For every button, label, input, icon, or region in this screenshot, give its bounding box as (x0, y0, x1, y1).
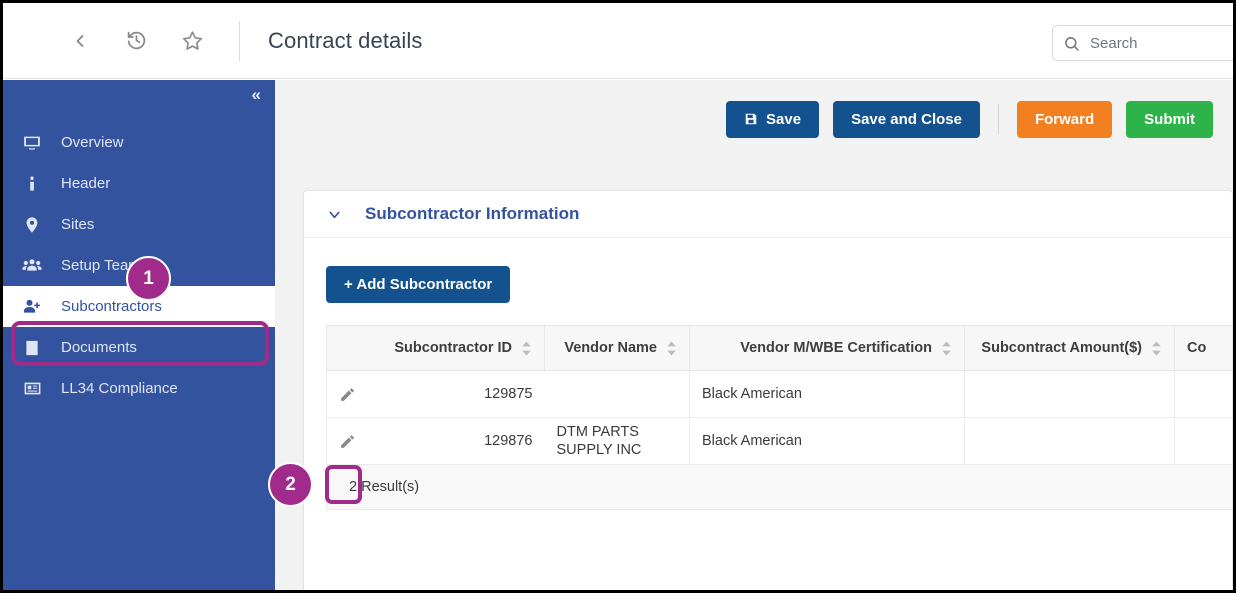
search-box[interactable] (1052, 25, 1233, 61)
cell-certification: Black American (689, 417, 965, 465)
save-button-label: Save (766, 110, 802, 128)
column-header-label: Subcontract Amount($) (981, 340, 1142, 356)
monitor-icon (21, 134, 43, 152)
column-header-vendor-name[interactable]: Vendor Name (544, 325, 690, 371)
cell-value: 129875 (484, 385, 533, 402)
forward-button-label: Forward (1034, 110, 1095, 128)
add-subcontractor-button[interactable]: + Add Subcontractor (326, 266, 511, 303)
submit-button[interactable]: Submit (1126, 100, 1213, 138)
table-row[interactable]: 129875 Black American (326, 370, 1232, 418)
id-card-icon (21, 379, 43, 398)
toolbar-divider (997, 104, 999, 134)
cell-subcontractor-id: 129876 (326, 417, 545, 465)
results-count: 2 Result(s) (326, 465, 1232, 510)
sort-icon[interactable] (1151, 341, 1162, 356)
search-input[interactable] (1090, 34, 1233, 52)
sidebar-item-label: Sites (61, 216, 95, 233)
section-header[interactable]: Subcontractor Information (304, 191, 1232, 238)
sort-icon[interactable] (941, 341, 952, 356)
cell-subcontract-amount (964, 417, 1175, 465)
action-toolbar: Save Save and Close Forward Submit (275, 80, 1233, 158)
cell-value: 129876 (484, 432, 533, 449)
sidebar-item-sites[interactable]: Sites (3, 204, 275, 245)
top-bar: Contract details (3, 3, 1233, 79)
submit-button-label: Submit (1144, 110, 1195, 128)
cell-subcontract-amount (964, 370, 1175, 418)
sidebar-item-overview[interactable]: Overview (3, 122, 275, 163)
pencil-icon[interactable] (339, 433, 356, 450)
sidebar-item-label: Overview (61, 134, 124, 151)
column-header-label: Vendor M/WBE Certification (740, 340, 932, 356)
users-icon (21, 256, 43, 276)
cell-co (1174, 370, 1232, 418)
sidebar-collapse-button[interactable]: « (252, 86, 262, 103)
annotation-highlight-edit-pencil (325, 465, 362, 504)
map-pin-icon (21, 216, 43, 234)
search-icon (1063, 35, 1080, 52)
chevron-down-icon[interactable] (326, 206, 343, 223)
info-icon (21, 175, 43, 193)
section-title: Subcontractor Information (365, 204, 580, 223)
save-and-close-label: Save and Close (851, 110, 962, 128)
save-button[interactable]: Save (726, 100, 820, 138)
column-header-label: Vendor Name (564, 340, 657, 356)
cell-co (1174, 417, 1232, 465)
pencil-icon[interactable] (339, 386, 356, 403)
page-title: Contract details (268, 27, 423, 53)
table-row[interactable]: 129876 DTM PARTS SUPPLY INC Black Americ… (326, 417, 1232, 465)
column-header-label: Subcontractor ID (394, 340, 512, 356)
user-plus-icon (21, 297, 43, 317)
floppy-disk-icon (744, 112, 758, 126)
top-nav-icon-group (63, 24, 209, 58)
subcontractor-information-card: Subcontractor Information + Add Subcontr… (303, 190, 1233, 590)
cell-certification: Black American (689, 370, 965, 418)
column-header-vendor-mwbe-certification[interactable]: Vendor M/WBE Certification (689, 325, 965, 371)
table-header-row: Subcontractor ID Vendor Name Vendor M/WB… (326, 325, 1232, 371)
annotation-highlight-subcontractors (11, 321, 269, 366)
sidebar-item-label: LL34 Compliance (61, 380, 178, 397)
column-header-label: Co (1187, 340, 1207, 356)
history-clock-icon[interactable] (119, 24, 153, 58)
forward-button[interactable]: Forward (1016, 100, 1113, 138)
sort-icon[interactable] (521, 341, 532, 356)
cell-vendor-name: DTM PARTS SUPPLY INC (544, 417, 690, 465)
add-subcontractor-wrap: + Add Subcontractor (304, 238, 1232, 303)
star-icon[interactable] (175, 24, 209, 58)
annotation-badge-2: 2 (268, 462, 313, 507)
column-header-subcontract-amount[interactable]: Subcontract Amount($) (964, 325, 1175, 371)
main-content: Save Save and Close Forward Submit Subco… (275, 80, 1233, 590)
chevron-left-icon[interactable] (63, 24, 97, 58)
sidebar-item-header[interactable]: Header (3, 163, 275, 204)
cell-subcontractor-id: 129875 (326, 370, 545, 418)
sort-icon[interactable] (666, 341, 677, 356)
add-subcontractor-label: + Add Subcontractor (344, 276, 493, 293)
subcontractor-table-wrap: Subcontractor ID Vendor Name Vendor M/WB… (326, 325, 1232, 510)
sidebar-item-ll34-compliance[interactable]: LL34 Compliance (3, 368, 275, 409)
save-and-close-button[interactable]: Save and Close (833, 100, 980, 138)
annotation-badge-1: 1 (126, 256, 171, 301)
sidebar-item-label: Header (61, 175, 111, 192)
toolbar-divider (239, 20, 240, 61)
column-header-subcontractor-id[interactable]: Subcontractor ID (326, 325, 545, 371)
subcontractor-table: Subcontractor ID Vendor Name Vendor M/WB… (326, 325, 1232, 465)
cell-vendor-name (544, 370, 690, 418)
app-window: Contract details « Overview Header S (0, 0, 1236, 593)
column-header-co-truncated[interactable]: Co (1174, 325, 1232, 371)
